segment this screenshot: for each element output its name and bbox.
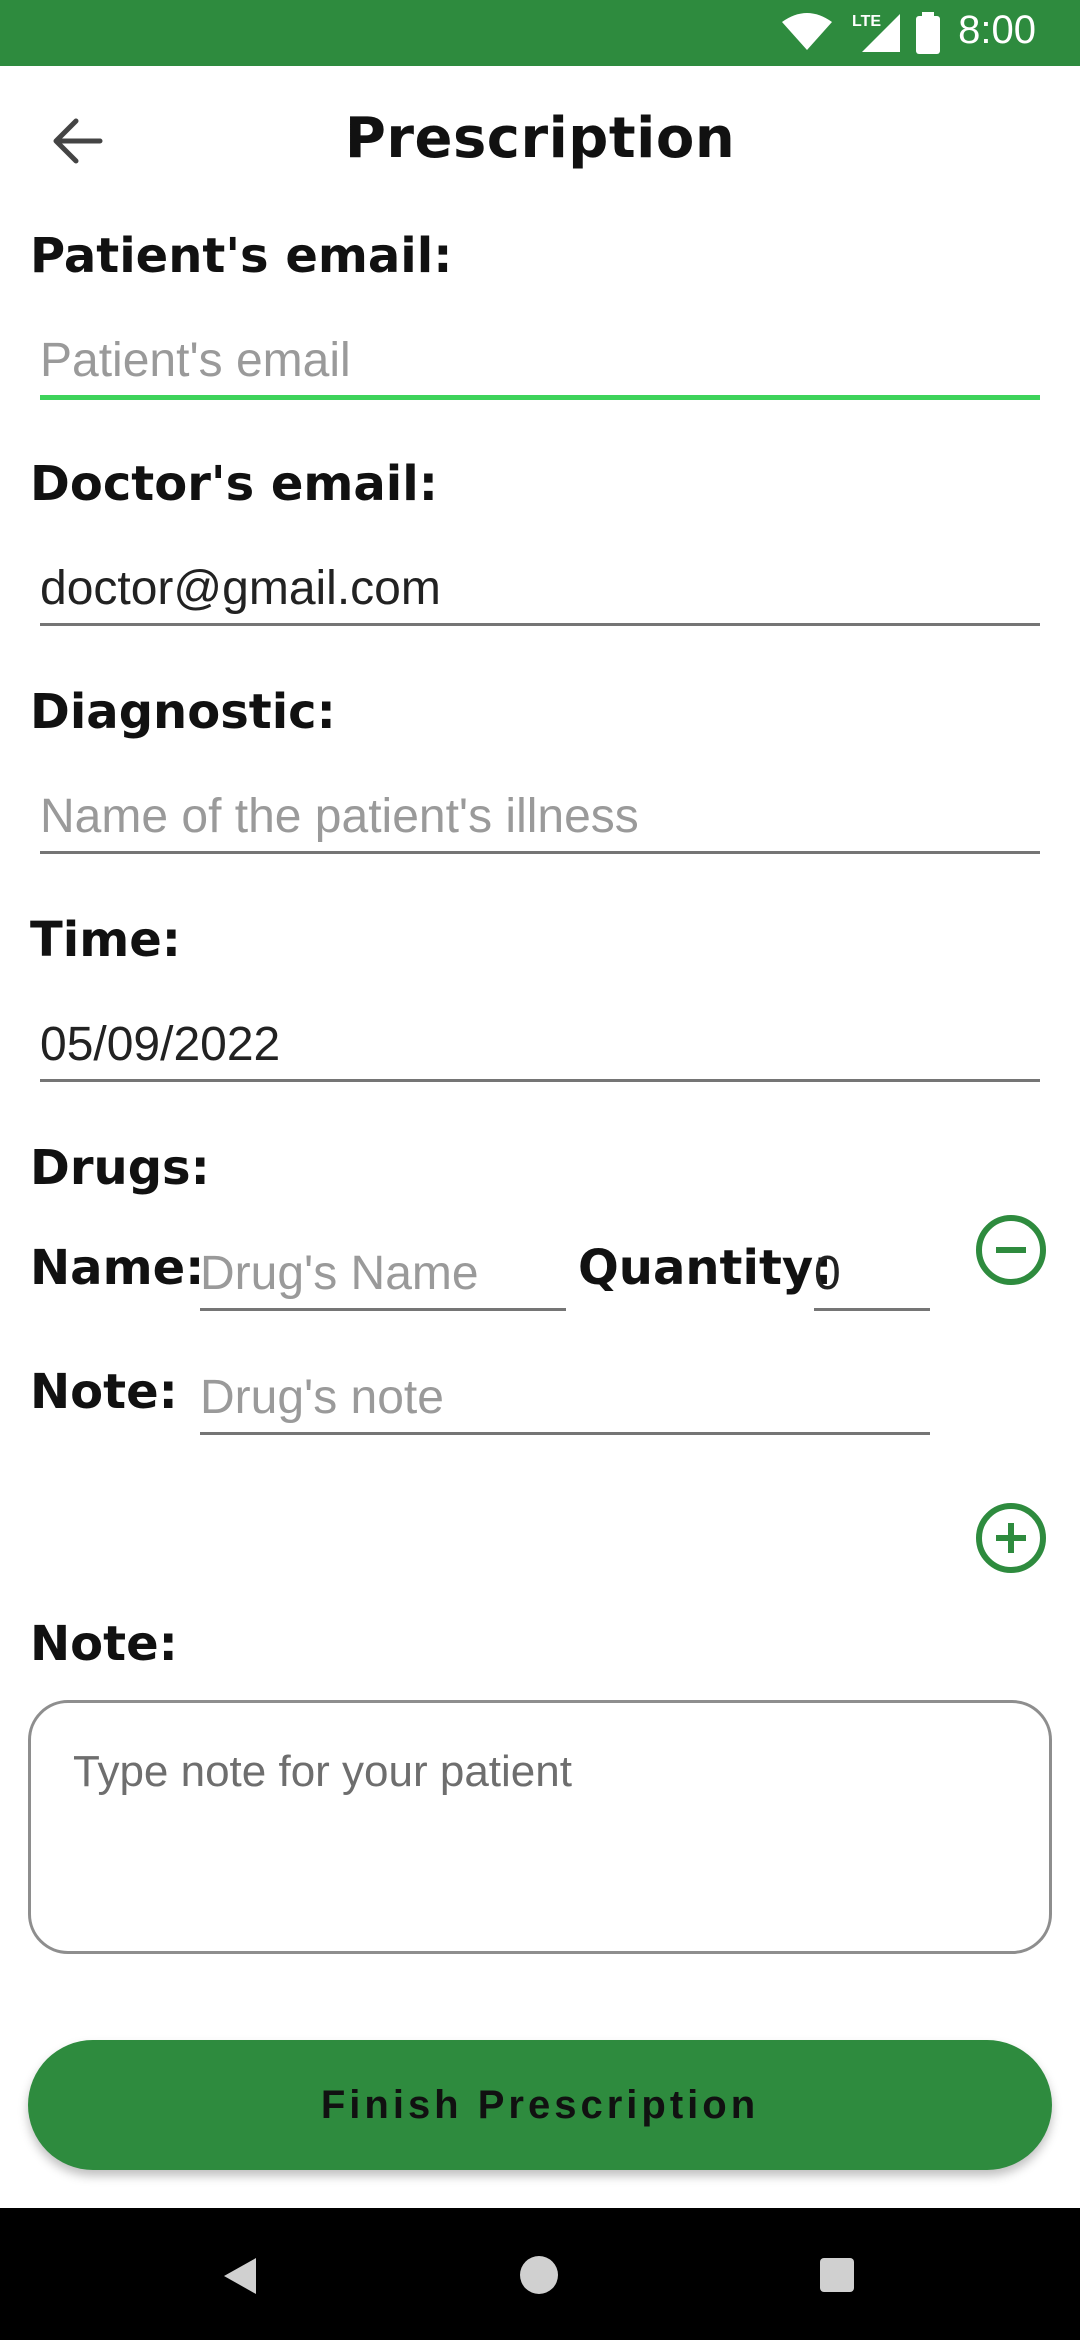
battery-icon: [916, 12, 940, 54]
svg-text:LTE: LTE: [852, 13, 881, 30]
system-nav-bar: [0, 2208, 1080, 2340]
diagnostic-input[interactable]: [40, 781, 1040, 854]
drug-quantity-label: Quantity:: [578, 1240, 833, 1296]
note-label: Note:: [30, 1616, 178, 1672]
time-label: Time:: [30, 912, 181, 968]
nav-back-icon[interactable]: [222, 2256, 258, 2296]
drugs-label: Drugs:: [30, 1140, 210, 1196]
drug-quantity-input[interactable]: [814, 1238, 930, 1311]
add-drug-icon[interactable]: [976, 1503, 1046, 1573]
nav-recent-apps-icon[interactable]: [820, 2258, 854, 2292]
wifi-icon: [782, 13, 832, 50]
time-input[interactable]: [40, 1009, 1040, 1082]
drug-name-label: Name:: [30, 1240, 205, 1296]
doctor-email-input[interactable]: [40, 553, 1040, 626]
app-bar: Prescription: [0, 66, 1080, 222]
doctor-email-label: Doctor's email:: [30, 456, 438, 512]
diagnostic-label: Diagnostic:: [30, 684, 336, 740]
finish-prescription-button[interactable]: Finish Prescription: [28, 2040, 1052, 2170]
page-title: Prescription: [344, 106, 736, 171]
drug-note-label: Note:: [30, 1364, 178, 1420]
drug-name-input[interactable]: [200, 1238, 566, 1311]
status-time: 8:00: [958, 8, 1036, 52]
patient-email-label: Patient's email:: [30, 228, 453, 284]
status-bar: LTE 8:00: [0, 0, 1080, 66]
cellular-lte-icon: LTE: [852, 13, 900, 52]
nav-home-icon[interactable]: [520, 2256, 558, 2294]
patient-note-textarea[interactable]: [28, 1700, 1052, 1954]
remove-drug-icon[interactable]: [976, 1215, 1046, 1285]
patient-email-input[interactable]: [40, 325, 1040, 400]
drug-note-input[interactable]: [200, 1362, 930, 1435]
